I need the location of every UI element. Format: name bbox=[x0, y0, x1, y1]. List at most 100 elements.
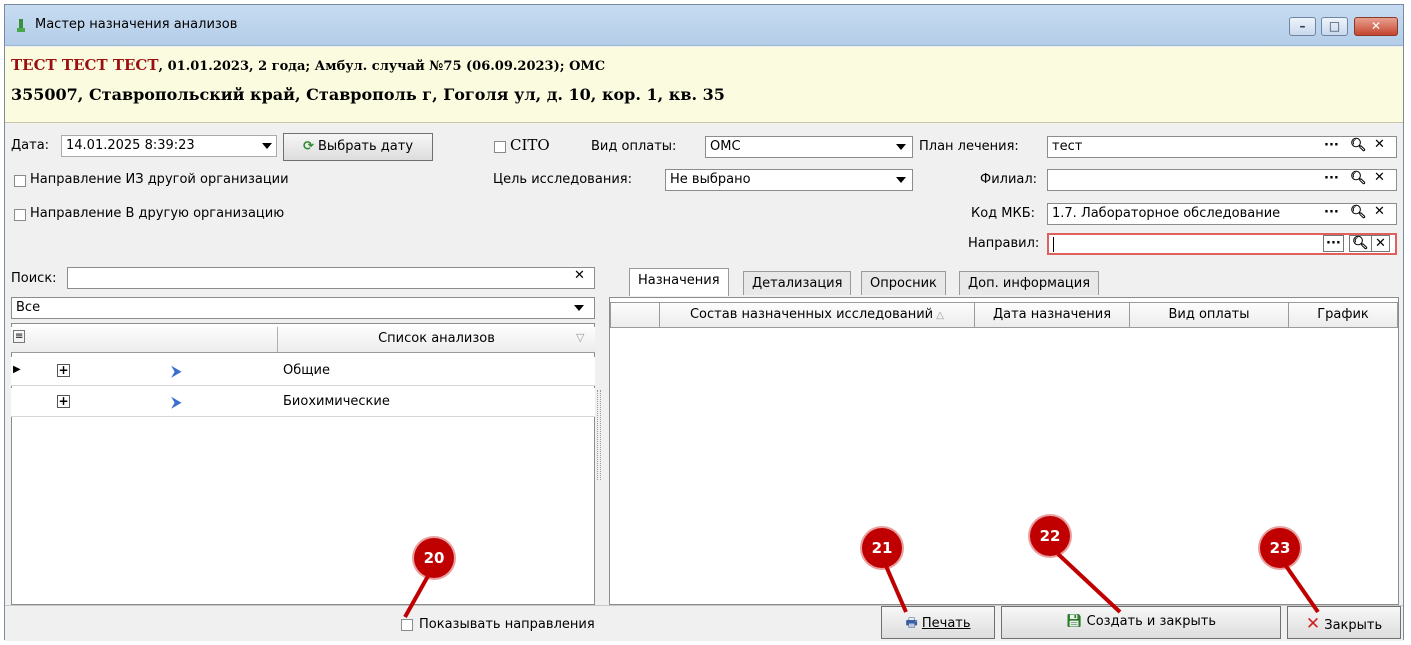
filter-icon[interactable]: ▽ bbox=[576, 331, 584, 344]
clear-search-icon[interactable]: ✕ bbox=[574, 268, 585, 283]
search-label: Поиск: bbox=[11, 271, 57, 286]
dialog-window: Мастер назначения анализов – □ ✕ ТЕСТ ТЕ… bbox=[4, 4, 1404, 641]
from-org-checkbox[interactable] bbox=[14, 175, 26, 187]
patient-name: ТЕСТ ТЕСТ ТЕСТ bbox=[11, 56, 159, 74]
pick-date-button[interactable]: ⟳ Выбрать дату bbox=[283, 133, 433, 161]
tree-row[interactable]: ▶ + ⮞ Общие bbox=[11, 357, 595, 386]
search-icon[interactable]: 🔍︎ bbox=[1350, 138, 1367, 153]
column-header[interactable]: Дата назначения bbox=[974, 302, 1130, 328]
annotation-badge: 20 bbox=[414, 538, 454, 578]
print-label: Печать bbox=[921, 616, 971, 631]
tab-assignments[interactable]: Назначения bbox=[629, 268, 729, 296]
from-org-label: Направление ИЗ другой организации bbox=[30, 172, 289, 187]
mkb-label: Код МКБ: bbox=[971, 206, 1036, 221]
tree-header: ≡ Список анализов ▽ bbox=[11, 327, 595, 353]
create-close-label: Создать и закрыть bbox=[1086, 614, 1216, 629]
purpose-select[interactable]: Не выбрано bbox=[665, 169, 913, 191]
clear-icon[interactable]: ✕ bbox=[1374, 170, 1385, 185]
sort-icon: △ bbox=[933, 310, 944, 321]
mkb-field[interactable]: 1.7. Лабораторное обследование ··· 🔍︎ ✕ bbox=[1047, 203, 1397, 225]
save-icon: 💾︎ bbox=[1066, 614, 1083, 629]
payment-label: Вид оплаты: bbox=[591, 139, 677, 154]
close-window-button[interactable]: ✕ bbox=[1354, 17, 1398, 36]
close-label: Закрыть bbox=[1324, 618, 1383, 633]
cito-label: CITO bbox=[510, 136, 550, 154]
printer-icon: 🖶 bbox=[905, 616, 918, 631]
print-button[interactable]: 🖶 Печать bbox=[881, 606, 995, 639]
referrer-label: Направил: bbox=[968, 236, 1040, 251]
tree-row[interactable]: + ⮞ Биохимические bbox=[11, 388, 595, 417]
tab-details[interactable]: Детализация bbox=[743, 271, 852, 295]
more-icon[interactable]: ··· bbox=[1323, 235, 1344, 252]
clear-icon[interactable]: ✕ bbox=[1374, 204, 1385, 219]
close-icon: ✕ bbox=[1370, 19, 1382, 33]
app-icon bbox=[17, 19, 25, 32]
column-header[interactable]: График bbox=[1288, 302, 1398, 328]
list-header[interactable]: Список анализов bbox=[277, 327, 595, 352]
more-icon[interactable]: ··· bbox=[1324, 138, 1339, 153]
show-referrals-checkbox[interactable] bbox=[401, 619, 413, 631]
purpose-label: Цель исследования: bbox=[493, 172, 632, 187]
patient-info: , 01.01.2023, 2 года; Амбул. случай №75 … bbox=[158, 59, 606, 74]
column-chooser-icon[interactable]: ≡ bbox=[13, 330, 26, 343]
expand-icon[interactable]: + bbox=[57, 395, 70, 408]
expand-icon[interactable]: + bbox=[57, 364, 70, 377]
splitter-handle[interactable] bbox=[597, 390, 601, 480]
purpose-value: Не выбрано bbox=[670, 172, 751, 187]
referrer-field[interactable]: ··· 🔍︎ ✕ bbox=[1047, 233, 1397, 255]
refresh-icon: ⟳ bbox=[302, 139, 314, 154]
pick-date-label: Выбрать дату bbox=[318, 139, 414, 154]
mkb-value: 1.7. Лабораторное обследование bbox=[1052, 206, 1281, 221]
annotation-badge: 23 bbox=[1260, 528, 1300, 568]
to-org-label: Направление В другую организацию bbox=[30, 206, 285, 221]
search-icon[interactable]: 🔍︎ bbox=[1349, 235, 1372, 252]
title-bar[interactable]: Мастер назначения анализов – □ ✕ bbox=[5, 5, 1403, 46]
column-header[interactable]: Вид оплаты bbox=[1129, 302, 1289, 328]
minimize-button[interactable]: – bbox=[1289, 17, 1316, 36]
tab-extra-info[interactable]: Доп. информация bbox=[959, 271, 1100, 295]
search-input[interactable]: ✕ bbox=[67, 267, 595, 289]
clear-icon[interactable]: ✕ bbox=[1374, 137, 1385, 152]
create-and-close-button[interactable]: 💾︎ Создать и закрыть bbox=[1001, 606, 1281, 639]
tab-questionnaire[interactable]: Опросник bbox=[861, 271, 946, 295]
close-button[interactable]: ✕ Закрыть bbox=[1287, 606, 1401, 639]
column-header-label: Состав назначенных исследований bbox=[689, 307, 934, 322]
cito-checkbox[interactable] bbox=[494, 141, 506, 153]
branch-label: Филиал: bbox=[980, 172, 1038, 187]
column-header[interactable]: Состав назначенных исследований △ bbox=[659, 302, 975, 328]
grid-corner bbox=[610, 302, 660, 328]
annotation-badge: 21 bbox=[862, 528, 902, 568]
clear-icon[interactable]: ✕ bbox=[1371, 235, 1390, 252]
tree-item-name: Общие bbox=[283, 363, 330, 378]
filter-select[interactable]: Все bbox=[11, 297, 595, 319]
date-label: Дата: bbox=[11, 138, 50, 153]
chevron-down-icon bbox=[896, 144, 906, 150]
filter-value: Все bbox=[16, 300, 41, 315]
date-field[interactable]: 14.01.2025 8:39:23 bbox=[61, 135, 277, 157]
tree-item-name: Биохимические bbox=[283, 394, 390, 409]
chevron-down-icon bbox=[262, 143, 272, 149]
patient-header: ТЕСТ ТЕСТ ТЕСТ, 01.01.2023, 2 года; Амбу… bbox=[5, 47, 1403, 123]
maximize-button[interactable]: □ bbox=[1321, 17, 1348, 36]
date-value: 14.01.2025 8:39:23 bbox=[66, 138, 195, 153]
show-referrals-label: Показывать направления bbox=[419, 617, 595, 632]
referrer-value bbox=[1053, 237, 1054, 252]
branch-field[interactable]: ··· 🔍︎ ✕ bbox=[1047, 169, 1397, 191]
add-arrow-icon[interactable]: ⮞ bbox=[171, 393, 182, 411]
window-title: Мастер назначения анализов bbox=[35, 17, 238, 32]
plan-label: План лечения: bbox=[919, 139, 1019, 154]
payment-select[interactable]: ОМС bbox=[705, 136, 913, 158]
plan-field[interactable]: тест ··· 🔍︎ ✕ bbox=[1047, 136, 1397, 158]
payment-value: ОМС bbox=[710, 139, 741, 154]
row-indicator-icon: ▶ bbox=[13, 364, 21, 375]
chevron-down-icon bbox=[574, 305, 584, 311]
add-arrow-icon[interactable]: ⮞ bbox=[171, 362, 182, 380]
search-icon[interactable]: 🔍︎ bbox=[1350, 205, 1367, 220]
more-icon[interactable]: ··· bbox=[1324, 171, 1339, 186]
to-org-checkbox[interactable] bbox=[14, 209, 26, 221]
close-x-icon: ✕ bbox=[1305, 614, 1321, 634]
annotation-badge: 22 bbox=[1030, 516, 1070, 556]
search-icon[interactable]: 🔍︎ bbox=[1350, 171, 1367, 186]
more-icon[interactable]: ··· bbox=[1324, 205, 1339, 220]
chevron-down-icon bbox=[896, 177, 906, 183]
